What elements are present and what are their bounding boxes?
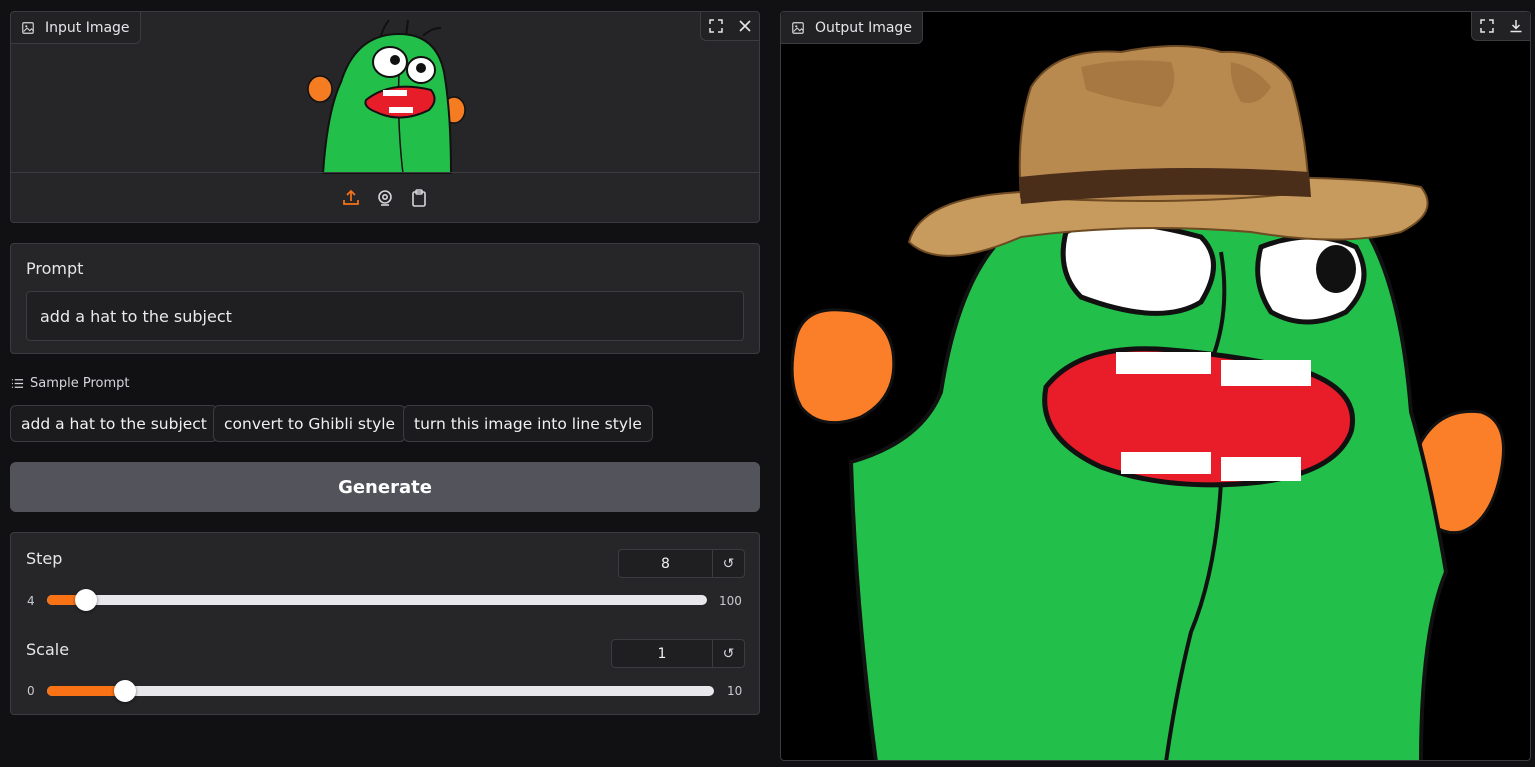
fullscreen-icon [1479, 19, 1494, 33]
clipboard-icon[interactable] [409, 188, 429, 208]
step-number-box: ↺ [618, 549, 745, 578]
output-fullscreen-button[interactable] [1472, 12, 1501, 40]
image-icon [792, 21, 804, 34]
download-button[interactable] [1501, 12, 1530, 40]
step-max: 100 [719, 594, 742, 608]
step-label: Step [26, 549, 63, 568]
sample-prompt-header: Sample Prompt [11, 376, 130, 391]
scale-number-input[interactable] [612, 640, 713, 667]
scale-slider-thumb[interactable] [113, 680, 136, 702]
sample-chip-ghibli[interactable]: convert to Ghibli style [213, 405, 407, 442]
sliders-panel: Step ↺ 4 100 Scale ↺ 0 10 [10, 532, 760, 715]
download-icon [1510, 20, 1521, 33]
input-image [307, 19, 466, 174]
scale-reset-button[interactable]: ↺ [713, 640, 744, 667]
output-image-panel: Output Image [780, 11, 1531, 761]
sample-prompt-label: Sample Prompt [30, 376, 130, 391]
scale-min: 0 [27, 684, 35, 698]
output-image-corner-buttons [1471, 12, 1530, 41]
step-number-input[interactable] [619, 550, 713, 577]
list-icon [11, 379, 24, 388]
webcam-icon[interactable] [375, 188, 395, 208]
scale-slider[interactable] [47, 680, 714, 702]
reset-icon: ↺ [722, 645, 735, 662]
sample-chip-line-style[interactable]: turn this image into line style [403, 405, 653, 442]
prompt-panel: Prompt [10, 243, 760, 354]
input-source-toolbar [11, 172, 759, 222]
step-slider[interactable] [47, 589, 707, 611]
upload-icon[interactable] [341, 188, 361, 208]
prompt-input[interactable] [26, 291, 744, 341]
reset-icon: ↺ [722, 555, 735, 572]
scale-number-box: ↺ [611, 639, 745, 668]
output-image-label: Output Image [781, 12, 923, 44]
scale-label: Scale [26, 640, 70, 659]
generate-button[interactable]: Generate [10, 462, 760, 512]
step-reset-button[interactable]: ↺ [713, 550, 744, 577]
step-slider-thumb[interactable] [74, 589, 97, 611]
step-min: 4 [27, 594, 35, 608]
prompt-label: Prompt [26, 259, 84, 278]
output-image [790, 45, 1505, 760]
scale-max: 10 [727, 684, 743, 698]
sample-chip-hat[interactable]: add a hat to the subject [10, 405, 218, 442]
input-image-panel: Input Image [10, 11, 760, 223]
